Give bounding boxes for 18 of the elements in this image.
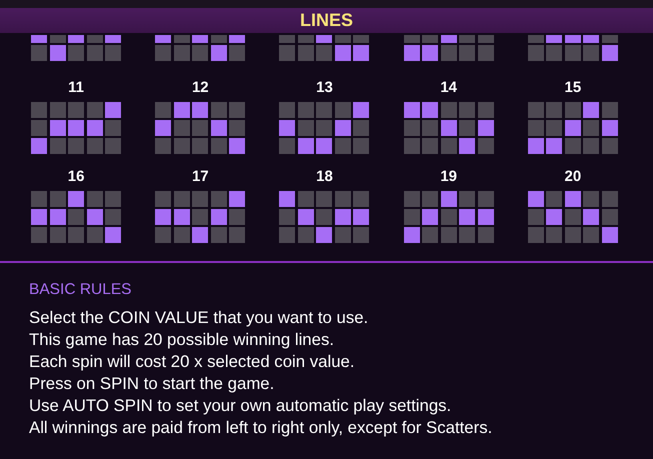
line-number: 19 [440,168,458,185]
line-number: 16 [68,168,84,185]
line-number: 14 [440,79,458,96]
line-number: 17 [192,168,209,185]
rules-heading: BASIC RULES [29,281,133,299]
line-number: 12 [192,79,209,96]
rule-text: Each spin will cost 20 x selected coin value. [29,351,356,373]
rule-text: Press on SPIN to start the game. [29,373,276,395]
line-number: 15 [564,79,582,96]
rule-text: Use AUTO SPIN to set your own automatic play settings. [29,395,452,417]
rule-text: All winnings are paid from left to right only, except for Scatters. [29,417,494,439]
rule-text: This game has 20 possible winning lines. [29,329,336,351]
line-number: 11 [68,79,84,96]
rule-text: Select the COIN VALUE that you want to use. [29,307,370,329]
line-number: 13 [316,79,333,96]
line-number: 18 [316,168,333,185]
line-number: 20 [564,168,582,185]
lines-title: LINES [300,10,353,31]
